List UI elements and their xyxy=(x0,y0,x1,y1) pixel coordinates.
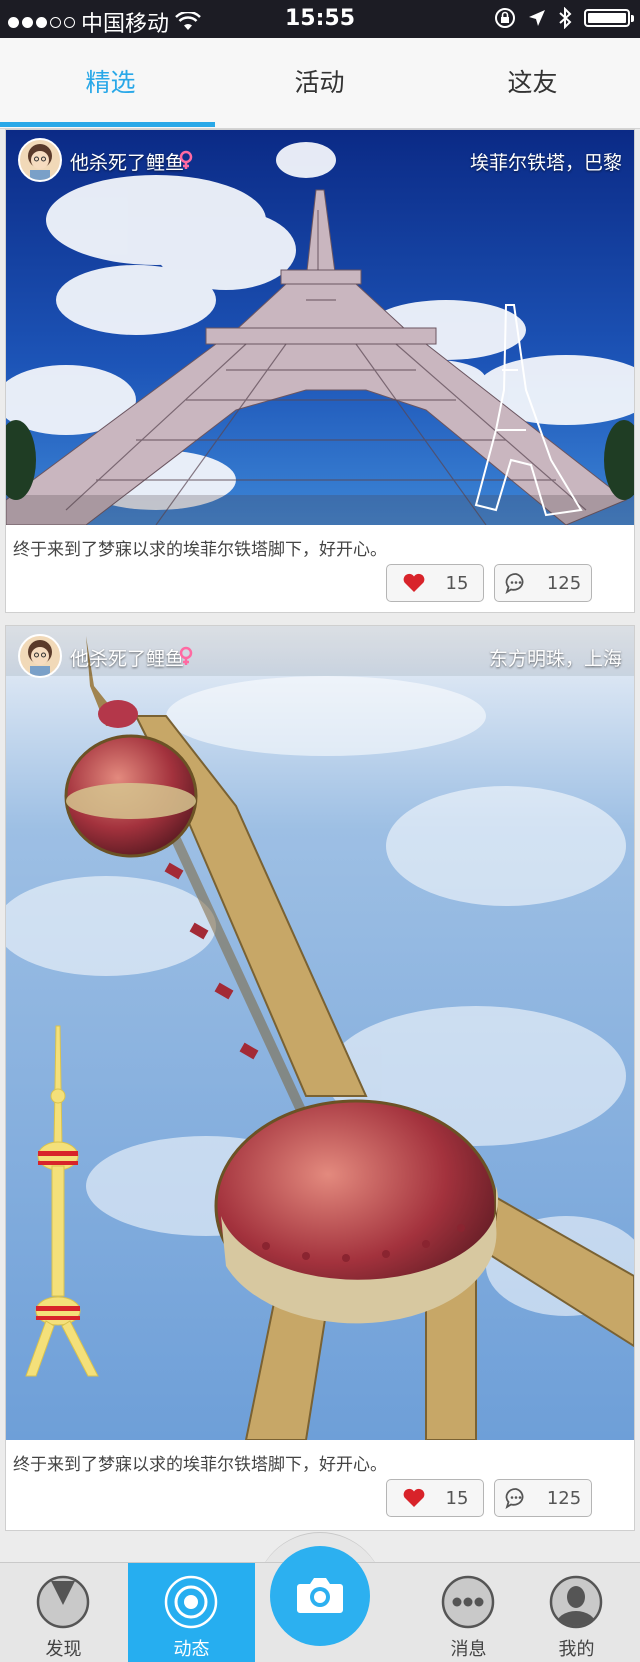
tab-activities[interactable]: 活动 xyxy=(213,38,426,128)
active-tab-indicator xyxy=(0,122,215,127)
avatar[interactable] xyxy=(18,138,62,182)
comment-count: 125 xyxy=(546,572,582,594)
post-photo[interactable]: 他杀死了鲤鱼 东方明珠，上海 xyxy=(6,626,634,1440)
location-arrow-icon xyxy=(529,10,545,26)
comment-button[interactable]: 125 xyxy=(494,1479,592,1517)
tab-label: 动态 xyxy=(173,1639,210,1660)
profile-icon xyxy=(549,1575,603,1629)
compass-icon xyxy=(36,1575,90,1629)
like-count: 15 xyxy=(445,572,469,594)
username[interactable]: 他杀死了鲤鱼 xyxy=(70,644,184,671)
bluetooth-icon xyxy=(559,7,572,29)
comment-icon xyxy=(505,573,524,594)
like-button[interactable]: 15 xyxy=(386,564,484,602)
status-bar: 中国移动 15:55 xyxy=(0,0,640,38)
post-card: 他杀死了鲤鱼 埃菲尔铁塔，巴黎 终于来到了梦寐以求的埃菲尔铁塔脚下，好开心。 1… xyxy=(5,129,635,613)
comment-icon xyxy=(505,1488,524,1509)
post-location[interactable]: 埃菲尔铁塔，巴黎 xyxy=(470,148,622,175)
message-dots-icon xyxy=(441,1575,495,1629)
female-icon xyxy=(179,646,193,665)
target-icon xyxy=(164,1575,218,1629)
tab-discover[interactable]: 发现 xyxy=(0,1563,127,1662)
heart-icon xyxy=(403,1488,424,1507)
post-location[interactable]: 东方明珠，上海 xyxy=(489,644,622,671)
battery-icon xyxy=(584,9,634,27)
tab-label: 发现 xyxy=(45,1639,82,1660)
comment-count: 125 xyxy=(546,1487,582,1509)
heart-icon xyxy=(403,573,424,592)
camera-icon xyxy=(297,1578,343,1613)
tab-profile[interactable]: 我的 xyxy=(513,1563,640,1662)
female-icon xyxy=(179,150,193,169)
top-tab-bar: 精选 活动 这友 xyxy=(0,38,640,129)
avatar[interactable] xyxy=(18,634,62,678)
post-caption: 终于来到了梦寐以求的埃菲尔铁塔脚下，好开心。 xyxy=(13,1455,387,1475)
tab-friends[interactable]: 这友 xyxy=(426,38,639,128)
tab-featured[interactable]: 精选 xyxy=(4,38,217,128)
rotation-lock-icon xyxy=(495,8,515,28)
tab-feed[interactable]: 动态 xyxy=(128,1563,255,1662)
like-count: 15 xyxy=(445,1487,469,1509)
like-button[interactable]: 15 xyxy=(386,1479,484,1517)
tab-label: 我的 xyxy=(558,1639,595,1660)
eiffel-tower-photo xyxy=(6,130,634,525)
comment-button[interactable]: 125 xyxy=(494,564,592,602)
post-photo[interactable]: 他杀死了鲤鱼 埃菲尔铁塔，巴黎 xyxy=(6,130,634,525)
post-card: 他杀死了鲤鱼 东方明珠，上海 终于来到了梦寐以求的埃菲尔铁塔脚下，好开心。 15… xyxy=(5,625,635,1531)
post-caption: 终于来到了梦寐以求的埃菲尔铁塔脚下，好开心。 xyxy=(13,540,387,560)
username[interactable]: 他杀死了鲤鱼 xyxy=(70,148,184,175)
oriental-pearl-tower-photo xyxy=(6,626,634,1440)
camera-button[interactable] xyxy=(270,1546,370,1646)
